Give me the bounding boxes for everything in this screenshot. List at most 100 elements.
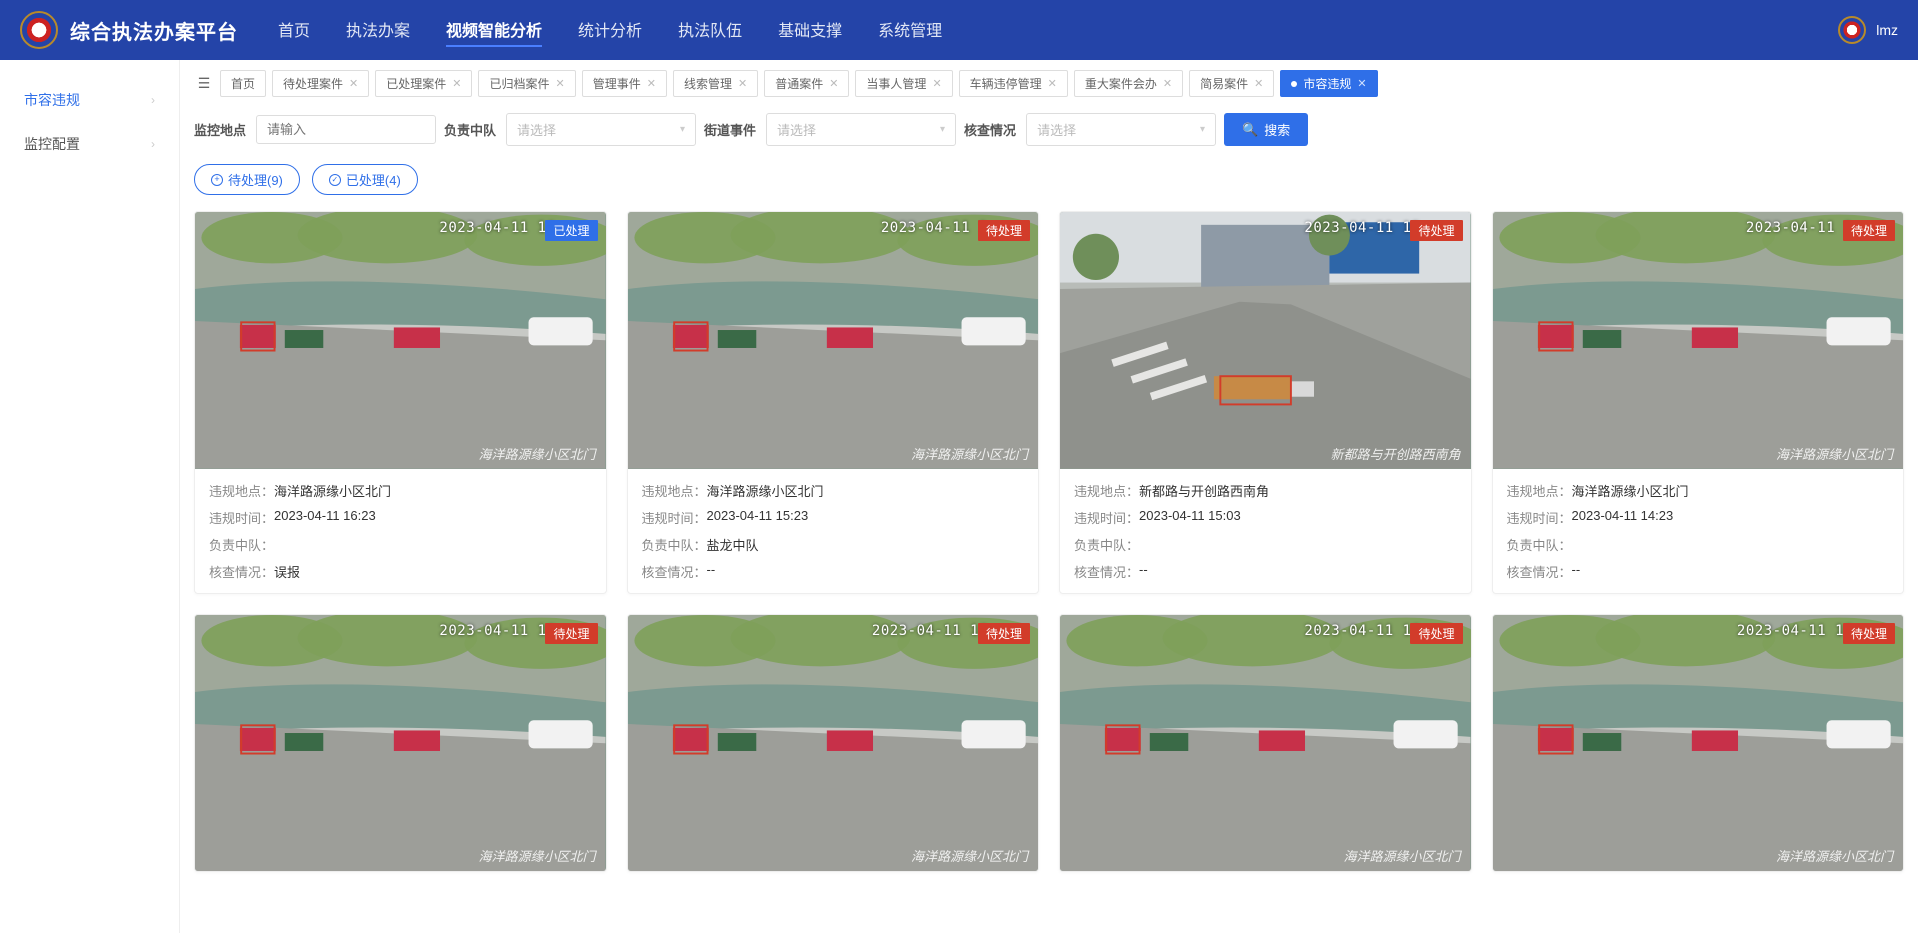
timestamp-overlay: 2023-04-11 1 [1493,220,1854,236]
page-tab[interactable]: 简易案件✕ [1189,70,1274,97]
close-icon[interactable]: ✕ [738,77,747,90]
chevron-down-icon: ▾ [940,124,945,135]
check-select[interactable]: 请选择 ▾ [1026,113,1216,146]
close-icon[interactable]: ✕ [556,77,565,90]
violation-card[interactable]: 2023-04-11 1待处理海洋路源缘小区北门违规地点海洋路源缘小区北门违规时… [1492,211,1905,594]
status-badge: 待处理 [1410,623,1462,644]
status-badge: 待处理 [978,220,1030,241]
location-input[interactable] [256,115,436,144]
field-value: 盐龙中队 [707,535,759,554]
close-icon[interactable]: ✕ [1048,77,1057,90]
top-nav-item[interactable]: 统计分析 [578,13,642,47]
page-tab[interactable]: 市容违规✕ [1280,70,1377,97]
team-select[interactable]: 请选择 ▾ [506,113,696,146]
close-icon[interactable]: ✕ [349,77,358,90]
check-select-placeholder: 请选择 [1037,120,1076,139]
page-tab[interactable]: 已处理案件✕ [375,70,472,97]
field-label: 核查情况 [1507,562,1572,581]
close-icon[interactable]: ✕ [1357,77,1366,90]
field-label: 违规时间 [1507,508,1572,527]
close-icon[interactable]: ✕ [1163,77,1172,90]
sidebar: 市容违规›监控配置› [0,60,180,933]
card-field-row: 违规地点海洋路源缘小区北门 [1507,481,1890,500]
sidebar-item-label: 市容违规 [24,90,80,110]
violation-card[interactable]: 2023-04-11 1待处理海洋路源缘小区北门违规地点海洋路源缘小区北门违规时… [627,211,1040,594]
street-select[interactable]: 请选择 ▾ [766,113,956,146]
main-content: ☰ 首页待处理案件✕已处理案件✕已归档案件✕管理事件✕线索管理✕普通案件✕当事人… [180,60,1918,933]
page-tab-label: 重大案件会办 [1085,75,1157,92]
close-icon[interactable]: ✕ [647,77,656,90]
card-thumbnail: 2023-04-11 16待处理海洋路源缘小区北门 [1060,615,1471,872]
overlay-location: 海洋路源缘小区北门 [911,444,1028,463]
page-tab[interactable]: 重大案件会办 ✕ [1074,70,1183,97]
done-filter-button[interactable]: 已处理(4) [312,164,418,195]
field-label: 负责中队 [642,535,707,554]
field-label: 负责中队 [1507,535,1572,554]
field-label: 核查情况 [1074,562,1139,581]
top-nav-item[interactable]: 基础支撑 [778,13,842,47]
collapse-sidebar-icon[interactable]: ☰ [194,75,214,92]
page-tab[interactable]: 当事人管理 ✕ [855,70,952,97]
card-thumbnail: 2023-04-11 16待处理海洋路源缘小区北门 [195,615,606,872]
page-tab-label: 车辆违停管理 [970,75,1042,92]
overlay-location: 海洋路源缘小区北门 [478,444,595,463]
search-button[interactable]: 🔍 搜索 [1224,113,1308,146]
field-label: 负责中队 [209,535,274,554]
page-tab[interactable]: 首页 [220,70,266,97]
top-nav-item[interactable]: 系统管理 [878,13,942,47]
top-nav-item[interactable]: 执法队伍 [678,13,742,47]
card-field-row: 违规地点海洋路源缘小区北门 [642,481,1025,500]
violation-card[interactable]: 2023-04-11 16已处理海洋路源缘小区北门违规地点海洋路源缘小区北门违规… [194,211,607,594]
top-nav-item[interactable]: 执法办案 [346,13,410,47]
status-badge: 已处理 [545,220,597,241]
location-filter-label: 监控地点 [194,120,246,139]
field-label: 负责中队 [1074,535,1139,554]
field-label: 违规时间 [209,508,274,527]
page-tab-label: 管理事件 [593,75,641,92]
card-field-row: 负责中队盐龙中队 [642,535,1025,554]
close-icon[interactable]: ✕ [829,77,838,90]
page-tab[interactable]: 已归档案件✕ [478,70,575,97]
page-tab-label: 当事人管理 [866,75,926,92]
sidebar-item[interactable]: 市容违规› [0,78,179,122]
card-field-row: 违规地点海洋路源缘小区北门 [209,481,592,500]
page-tab[interactable]: 车辆违停管理 ✕ [959,70,1068,97]
field-label: 违规地点 [1074,481,1139,500]
close-icon[interactable]: ✕ [1254,77,1263,90]
app-title: 综合执法办案平台 [70,16,238,45]
page-tab[interactable]: 普通案件✕ [764,70,849,97]
overlay-location: 海洋路源缘小区北门 [911,846,1028,865]
page-tab[interactable]: 线索管理 ✕ [673,70,758,97]
card-field-row: 核查情况-- [1507,562,1890,581]
sidebar-item[interactable]: 监控配置› [0,122,179,166]
field-value: 误报 [274,562,300,581]
close-icon[interactable]: ✕ [452,77,461,90]
card-field-row: 违规时间2023-04-11 15:03 [1074,508,1457,527]
field-value: 海洋路源缘小区北门 [707,481,824,500]
page-tab[interactable]: 待处理案件✕ [272,70,369,97]
page-tab[interactable]: 管理事件 ✕ [582,70,667,97]
search-icon: 🔍 [1242,122,1258,138]
card-body: 违规地点海洋路源缘小区北门违规时间2023-04-11 16:23负责中队核查情… [195,469,606,593]
violation-card[interactable]: 2023-04-11 15待处理新都路与开创路西南角违规地点新都路与开创路西南角… [1059,211,1472,594]
user-name: lmz [1876,22,1898,38]
violation-card[interactable]: 2023-04-11 16待处理海洋路源缘小区北门 [194,614,607,873]
close-icon[interactable]: ✕ [932,77,941,90]
field-label: 违规地点 [209,481,274,500]
field-label: 违规时间 [642,508,707,527]
top-nav-item[interactable]: 视频智能分析 [446,13,542,47]
overlay-location: 海洋路源缘小区北门 [1776,444,1893,463]
check-filter-label: 核查情况 [964,120,1016,139]
card-field-row: 负责中队 [209,535,592,554]
top-nav-item[interactable]: 首页 [278,13,310,47]
plus-circle-icon [211,174,223,186]
card-field-row: 违规时间2023-04-11 16:23 [209,508,592,527]
pending-filter-button[interactable]: 待处理(9) [194,164,300,195]
tabs-row: ☰ 首页待处理案件✕已处理案件✕已归档案件✕管理事件✕线索管理✕普通案件✕当事人… [194,60,1904,107]
page-tab-label: 线索管理 [684,75,732,92]
violation-card[interactable]: 2023-04-11 16待处理海洋路源缘小区北门 [1059,614,1472,873]
user-area[interactable]: lmz [1838,16,1898,44]
violation-card[interactable]: 2023-04-11 16待处理海洋路源缘小区北门 [627,614,1040,873]
violation-card[interactable]: 2023-04-11 16待处理海洋路源缘小区北门 [1492,614,1905,873]
card-field-row: 违规地点新都路与开创路西南角 [1074,481,1457,500]
